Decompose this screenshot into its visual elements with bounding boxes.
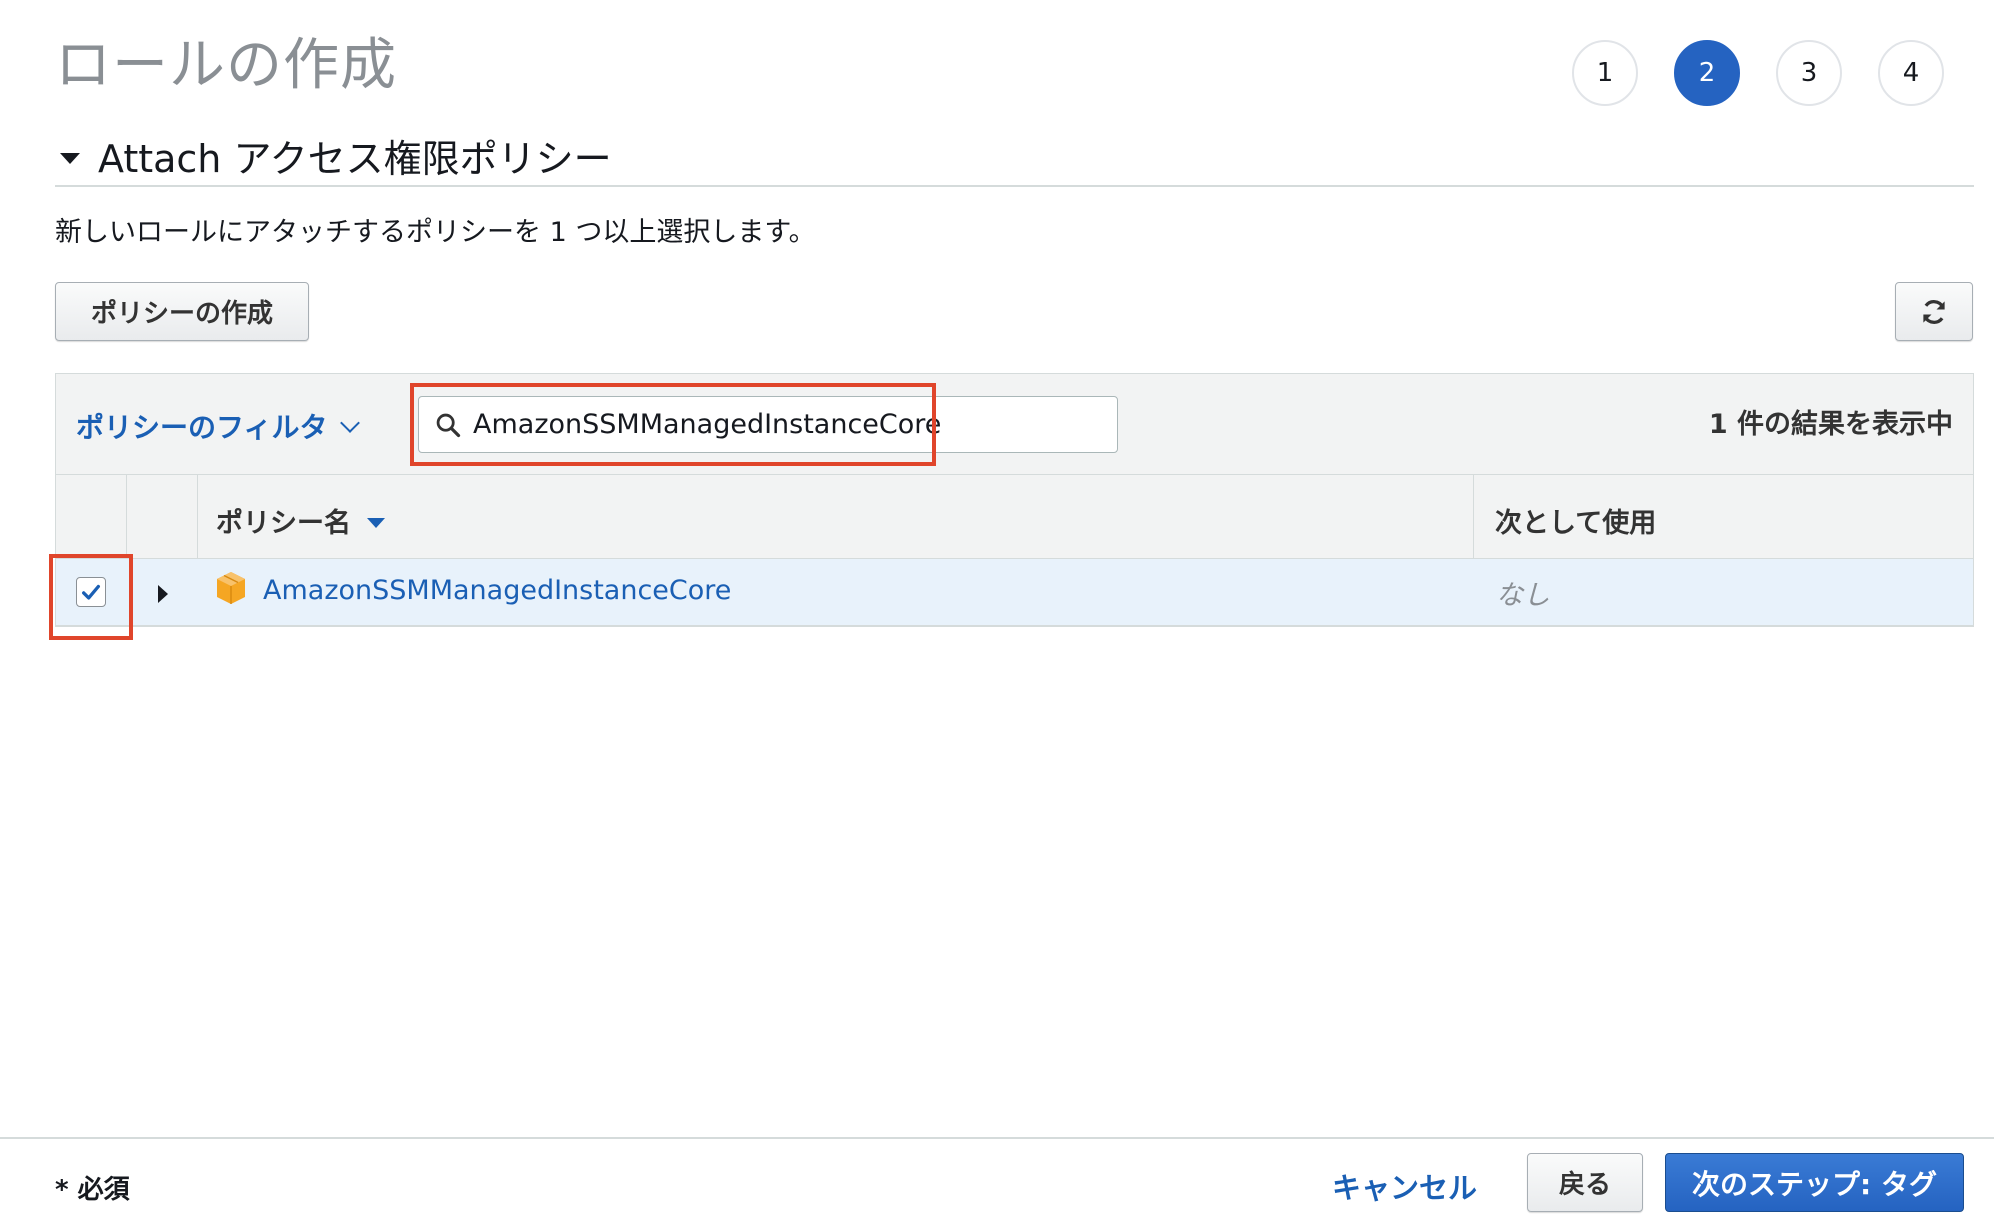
refresh-button[interactable] bbox=[1895, 282, 1973, 341]
checkmark-icon bbox=[82, 584, 100, 600]
column-header-used-as[interactable]: 次として使用 bbox=[1495, 501, 1656, 540]
caret-down-icon bbox=[60, 153, 80, 164]
create-role-page: ロールの作成 1 2 3 4 Attach アクセス権限ポリシー 新しいロールに… bbox=[0, 0, 1994, 1226]
wizard-footer: * 必須 キャンセル 戻る 次のステップ: タグ bbox=[0, 1137, 1994, 1226]
next-step-tags-button[interactable]: 次のステップ: タグ bbox=[1665, 1153, 1964, 1212]
section-title: Attach アクセス権限ポリシー bbox=[98, 137, 612, 181]
column-header-label: 次として使用 bbox=[1495, 508, 1657, 539]
step-4[interactable]: 4 bbox=[1878, 40, 1944, 106]
search-icon bbox=[431, 408, 465, 442]
policy-used-as: なし bbox=[1496, 580, 1550, 611]
table-header: ポリシー名 次として使用 bbox=[56, 475, 1973, 559]
column-header-policy-name[interactable]: ポリシー名 bbox=[216, 501, 385, 540]
column-header-label: ポリシー名 bbox=[216, 508, 351, 539]
filter-bar: ポリシーのフィルタ 1 件の結果を表示中 bbox=[56, 374, 1973, 475]
row-checkbox[interactable] bbox=[76, 577, 106, 607]
section-description: 新しいロールにアタッチするポリシーを 1 つ以上選択します。 bbox=[55, 217, 816, 248]
expand-row-icon[interactable] bbox=[158, 585, 168, 603]
column-divider bbox=[197, 475, 198, 558]
filter-dropdown-label: ポリシーのフィルタ bbox=[76, 411, 328, 444]
create-policy-button[interactable]: ポリシーの作成 bbox=[55, 282, 309, 341]
table-row[interactable]: AmazonSSMManagedInstanceCore なし bbox=[56, 559, 1973, 626]
sort-descending-icon bbox=[367, 517, 385, 528]
divider bbox=[55, 185, 1974, 187]
cancel-button[interactable]: キャンセル bbox=[1332, 1165, 1477, 1207]
policy-table-panel: ポリシーのフィルタ 1 件の結果を表示中 ポリシー名 bbox=[55, 373, 1974, 627]
search-input[interactable] bbox=[473, 409, 1093, 440]
result-count: 1 件の結果を表示中 bbox=[1708, 409, 1953, 440]
wizard-stepper: 1 2 3 4 bbox=[1572, 40, 1944, 106]
back-button[interactable]: 戻る bbox=[1527, 1153, 1643, 1212]
step-3[interactable]: 3 bbox=[1776, 40, 1842, 106]
required-note: * 必須 bbox=[55, 1175, 130, 1205]
policy-filter-dropdown[interactable]: ポリシーのフィルタ bbox=[76, 406, 361, 446]
step-1[interactable]: 1 bbox=[1572, 40, 1638, 106]
column-divider bbox=[126, 475, 127, 558]
section-toggle[interactable]: Attach アクセス権限ポリシー bbox=[60, 128, 612, 183]
step-2-current[interactable]: 2 bbox=[1674, 40, 1740, 106]
policy-name-link[interactable]: AmazonSSMManagedInstanceCore bbox=[263, 575, 731, 606]
chevron-down-icon bbox=[340, 413, 361, 433]
refresh-icon bbox=[1923, 299, 1945, 324]
page-title: ロールの作成 bbox=[55, 33, 397, 98]
column-divider bbox=[1473, 475, 1474, 558]
aws-managed-policy-icon bbox=[217, 572, 245, 604]
policy-search-box[interactable] bbox=[418, 396, 1118, 453]
